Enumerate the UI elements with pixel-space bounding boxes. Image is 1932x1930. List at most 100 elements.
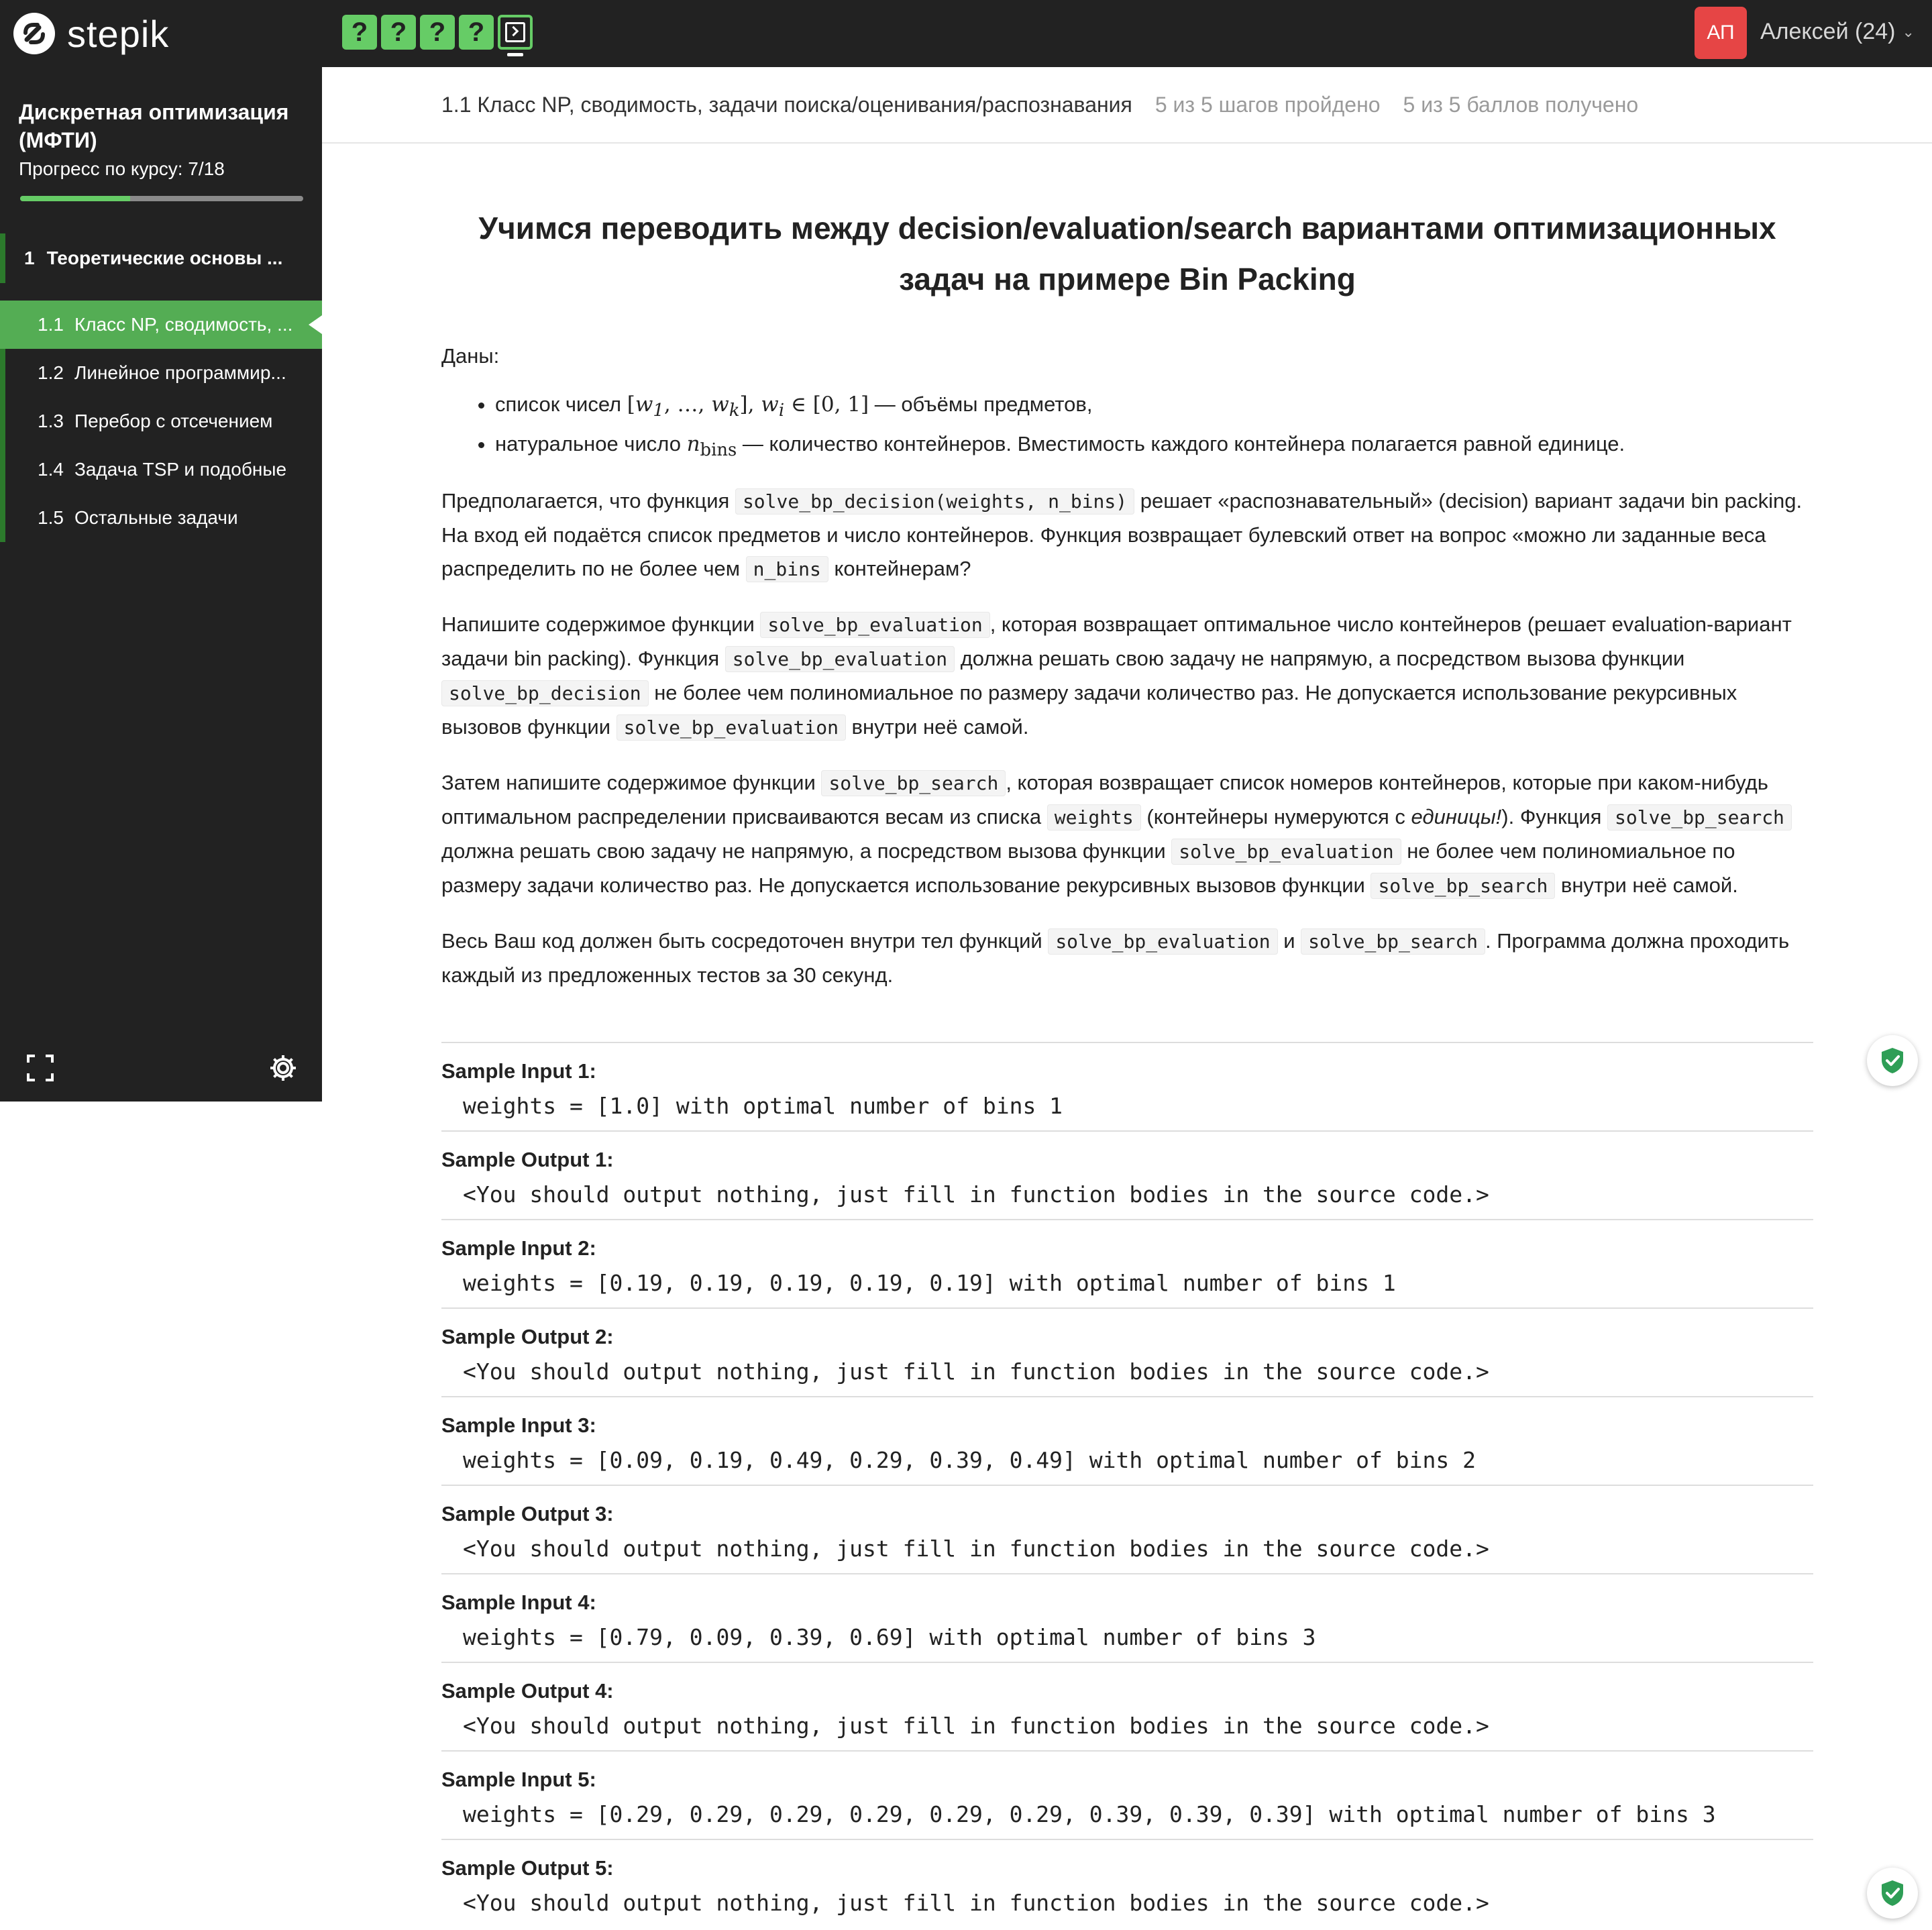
sample-label: Sample Input 1:	[441, 1059, 596, 1083]
inline-code: solve_bp_search	[1607, 804, 1792, 831]
sample-value: weights = [0.09, 0.19, 0.49, 0.29, 0.39,…	[463, 1447, 1476, 1473]
course-progress-label: Прогресс по курсу: 7/18	[19, 158, 225, 179]
inline-code: solve_bp_evaluation	[616, 714, 846, 741]
course-sidebar: Дискретная оптимизация (МФТИ) Прогресс п…	[0, 67, 322, 1102]
lesson-title: Линейное программир...	[74, 362, 286, 383]
shield-check-icon	[1882, 1880, 1903, 1906]
math-formula: nbins	[686, 432, 737, 461]
sample-block: Sample Input 2: weights = [0.19, 0.19, 0…	[441, 1220, 1813, 1309]
text: контейнерам?	[828, 557, 971, 581]
step-button-2[interactable]: ?	[381, 15, 416, 50]
step-content: Учимся переводить между decision/evaluat…	[441, 195, 1813, 1014]
text: Предполагается, что функция	[441, 489, 735, 513]
sample-tests: Sample Input 1: weights = [1.0] with opt…	[441, 1042, 1813, 1929]
step-button-5-current[interactable]	[498, 15, 533, 56]
sample-value: weights = [0.29, 0.29, 0.29, 0.29, 0.29,…	[463, 1801, 1716, 1827]
list-item-text: список чисел	[495, 392, 627, 416]
terminal-icon	[505, 22, 525, 42]
steps-passed-status: 5 из 5 шагов пройдено	[1155, 92, 1381, 117]
sample-block: Sample Output 1: <You should output noth…	[441, 1132, 1813, 1220]
inline-code: n_bins	[745, 556, 828, 583]
module-number: 1	[24, 248, 35, 268]
sample-label: Sample Output 1:	[441, 1148, 614, 1171]
inline-code: solve_bp_evaluation	[1048, 928, 1278, 955]
shield-check-button[interactable]	[1867, 1868, 1918, 1919]
logo-text: stepik	[67, 12, 170, 55]
lesson-title: Остальные задачи	[74, 507, 238, 528]
sample-label: Sample Input 4:	[441, 1591, 596, 1614]
lesson-header-title: 1.1 Класс NP, сводимость, задачи поиска/…	[441, 92, 1132, 117]
sample-block: Sample Output 5: <You should output noth…	[441, 1840, 1813, 1929]
text: ). Функция	[1501, 805, 1608, 829]
lesson-number: 1.4	[38, 459, 64, 480]
top-navbar: stepik ? ? ? ? АП Алексей (24) ⌄	[0, 0, 1932, 67]
text: (контейнеры нумеруются с	[1140, 805, 1411, 829]
list-item: список чисел [w1, …, wk], wi ∈ [0, 1] — …	[495, 388, 1813, 427]
chevron-down-icon: ⌄	[1902, 23, 1915, 40]
sample-label: Sample Input 3:	[441, 1413, 596, 1437]
list-item-text: — объёмы предметов,	[869, 392, 1093, 416]
inline-code: solve_bp_search	[1371, 873, 1556, 900]
sample-value: <You should output nothing, just fill in…	[463, 1890, 1489, 1916]
user-menu[interactable]: Алексей (24) ⌄	[1760, 19, 1915, 45]
sample-value: <You should output nothing, just fill in…	[463, 1181, 1489, 1208]
sample-block: Sample Output 2: <You should output noth…	[441, 1309, 1813, 1397]
sample-block: Sample Input 1: weights = [1.0] with opt…	[441, 1043, 1813, 1132]
lesson-title: Перебор с отсечением	[74, 411, 273, 431]
givens-list: список чисел [w1, …, wk], wi ∈ [0, 1] — …	[441, 388, 1813, 467]
list-item: натуральное число nbins — количество кон…	[495, 427, 1813, 467]
inline-code: solve_bp_search	[821, 770, 1006, 797]
step-title: Учимся переводить между decision/evaluat…	[478, 211, 1776, 297]
text: Весь Ваш код должен быть сосредоточен вн…	[441, 929, 1049, 953]
inline-code: solve_bp_evaluation	[1171, 839, 1401, 865]
text: должна решать свою задачу не напрямую, а…	[441, 839, 1172, 863]
stepik-logo[interactable]: stepik	[12, 9, 169, 58]
list-item-text: — количество контейнеров. Вместимость ка…	[737, 432, 1625, 456]
gear-icon[interactable]	[268, 1053, 298, 1083]
avatar[interactable]: АП	[1695, 7, 1747, 59]
text: Затем напишите содержимое функции	[441, 771, 822, 795]
text: внутри неё самой.	[845, 715, 1029, 739]
lesson-item-1-2[interactable]: 1.2 Линейное программир...	[0, 349, 322, 397]
lesson-item-1-3[interactable]: 1.3 Перебор с отсечением	[0, 397, 322, 445]
step-navigation: ? ? ? ?	[342, 15, 533, 56]
sample-label: Sample Output 3:	[441, 1502, 614, 1525]
sample-block: Sample Input 4: weights = [0.79, 0.09, 0…	[441, 1574, 1813, 1663]
module-title: Теоретические основы ...	[46, 248, 283, 268]
step-button-1[interactable]: ?	[342, 15, 377, 50]
sample-value: <You should output nothing, just fill in…	[463, 1713, 1489, 1739]
course-progress-fill	[20, 196, 131, 201]
sample-value: weights = [1.0] with optimal number of b…	[463, 1093, 1063, 1119]
step-button-3[interactable]: ?	[420, 15, 455, 50]
givens-label: Даны:	[441, 344, 500, 368]
lesson-title: Задача TSP и подобные	[74, 459, 287, 480]
step-button-4[interactable]: ?	[459, 15, 494, 50]
math-formula: [w1, …, wk], wi ∈ [0, 1]	[627, 392, 869, 421]
inline-code: solve_bp_evaluation	[724, 646, 955, 673]
lesson-item-1-4[interactable]: 1.4 Задача TSP и подобные	[0, 445, 322, 494]
inline-code: solve_bp_decision	[441, 680, 649, 707]
lesson-header: 1.1 Класс NP, сводимость, задачи поиска/…	[322, 67, 1932, 144]
text: и	[1277, 929, 1301, 953]
text: внутри неё самой.	[1555, 873, 1738, 898]
lesson-title: Класс NP, сводимость, ...	[74, 314, 293, 335]
sample-value: <You should output nothing, just fill in…	[463, 1536, 1489, 1562]
expand-icon[interactable]	[25, 1053, 55, 1083]
course-title[interactable]: Дискретная оптимизация (МФТИ)	[19, 98, 307, 154]
lesson-number: 1.3	[38, 411, 64, 431]
lesson-item-1-5[interactable]: 1.5 Остальные задачи	[0, 494, 322, 542]
sample-label: Sample Output 4:	[441, 1679, 614, 1703]
inline-code: weights	[1046, 804, 1141, 831]
sample-value: <You should output nothing, just fill in…	[463, 1358, 1489, 1385]
stepik-logo-icon	[13, 13, 55, 54]
module-item-1[interactable]: 1 Теоретические основы ...	[0, 233, 322, 283]
shield-check-button[interactable]	[1867, 1035, 1918, 1086]
points-status: 5 из 5 баллов получено	[1403, 92, 1639, 117]
lesson-number: 1.1	[38, 314, 64, 335]
paragraph-decision: Предполагается, что функция solve_bp_dec…	[441, 484, 1813, 586]
sample-block: Sample Output 4: <You should output noth…	[441, 1663, 1813, 1752]
sample-value: weights = [0.19, 0.19, 0.19, 0.19, 0.19]…	[463, 1270, 1396, 1296]
lesson-list: 1.1 Класс NP, сводимость, ... 1.2 Линейн…	[0, 301, 322, 542]
lesson-item-1-1[interactable]: 1.1 Класс NP, сводимость, ...	[0, 301, 322, 349]
paragraph-search: Затем напишите содержимое функции solve_…	[441, 766, 1813, 903]
